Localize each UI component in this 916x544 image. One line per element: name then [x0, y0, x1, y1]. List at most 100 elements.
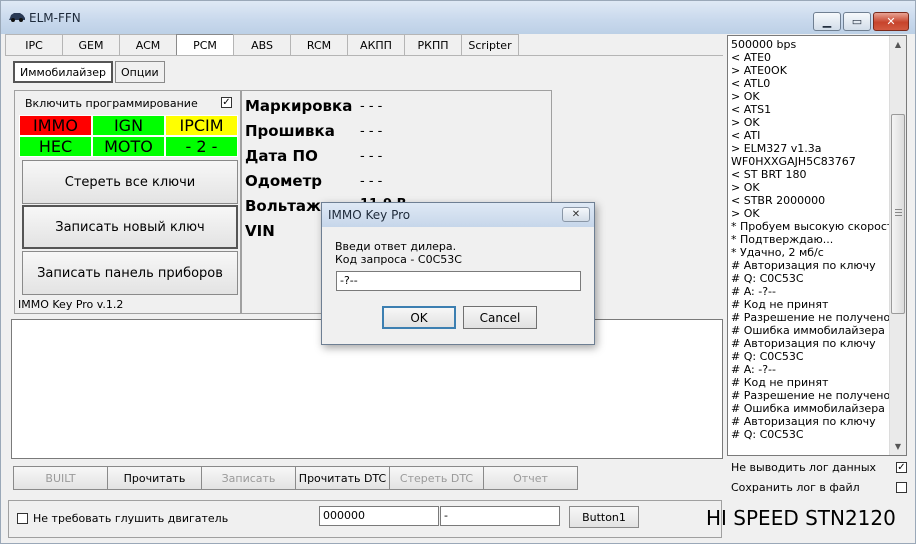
device-log[interactable]: 500000 bps < ATE0 > ATE0OK < ATL0 > OK < ATS1…	[727, 35, 907, 456]
dialog-title: IMMO Key Pro	[328, 208, 411, 222]
dialog-prompt: Введи ответ дилера.	[335, 240, 457, 253]
log-line: # Разрешение не получено [2]	[731, 389, 889, 402]
log-line: # A: -?--	[731, 363, 776, 376]
log-line: > OK	[731, 90, 760, 103]
title-bar[interactable]: ELM-FFN ▁ ▭ ✕	[1, 1, 915, 34]
info-label-vin: VIN	[245, 222, 275, 240]
dialog-title-bar[interactable]: IMMO Key Pro ✕	[322, 203, 594, 227]
log-line: < STBR 2000000	[731, 194, 826, 207]
status-cell-ipcim: IPCIM	[165, 115, 238, 136]
dialog-cancel-button[interactable]: Cancel	[463, 306, 537, 329]
info-label-firmware: Прошивка	[245, 122, 335, 140]
save-log-checkbox[interactable]	[896, 482, 907, 493]
log-line: # Разрешение не получено [2]	[731, 311, 889, 324]
log-line: WF0HXXGAJH5C83767	[731, 155, 856, 168]
dialog-request-code: Код запроса - C0C53C	[335, 253, 462, 266]
clear-dtc-button[interactable]: Стереть DTC	[389, 466, 484, 490]
tab-pcm[interactable]: PCM	[176, 34, 234, 56]
enable-programming-label: Включить программирование	[25, 97, 198, 110]
enable-programming-checkbox[interactable]: ✓	[221, 97, 232, 108]
log-line: < ATL0	[731, 77, 771, 90]
subtab-immobilizer[interactable]: Иммобилайзер	[13, 61, 114, 83]
log-line: # Q: C0C53C	[731, 272, 804, 285]
write-button[interactable]: Записать	[201, 466, 296, 490]
close-icon: ✕	[571, 209, 581, 220]
read-button[interactable]: Прочитать	[107, 466, 202, 490]
version-label: IMMO Key Pro v.1.2	[18, 298, 124, 311]
no-log-checkbox[interactable]: ✓	[896, 462, 907, 473]
tab-rkpp[interactable]: РКПП	[404, 34, 462, 55]
window-title: ELM-FFN	[29, 11, 81, 25]
car-icon	[9, 13, 25, 22]
immo-panel: Включить программирование ✓ IMMO IGN IPC…	[14, 90, 241, 314]
log-line: # Авторизация по ключу	[731, 337, 876, 350]
tab-rcm[interactable]: RCM	[290, 34, 348, 55]
speed-label: HI SPEED STN2120	[706, 506, 896, 530]
status-cell-moto: MOTO	[92, 136, 165, 157]
subtab-options[interactable]: Опции	[115, 61, 165, 83]
log-line: * Удачно, 2 мб/с	[731, 246, 824, 259]
tab-acm[interactable]: ACM	[119, 34, 177, 55]
log-line: # Авторизация по ключу	[731, 415, 876, 428]
no-stop-engine-label: Не требовать глушить двигатель	[33, 512, 229, 525]
log-line: # Q: C0C53C	[731, 350, 804, 363]
maximize-button[interactable]: ▭	[843, 12, 871, 31]
write-new-key-button[interactable]: Записать новый ключ	[22, 205, 238, 249]
scroll-down-icon[interactable]: ▼	[890, 438, 906, 455]
tab-gem[interactable]: GEM	[62, 34, 120, 55]
minimize-button[interactable]: ▁	[813, 12, 841, 31]
log-line: < ATS1	[731, 103, 772, 116]
dialog-close-button[interactable]: ✕	[562, 207, 590, 222]
action-toolbar: BUILT Прочитать Записать Прочитать DTC С…	[13, 466, 578, 490]
info-value-firmware: - - -	[360, 124, 383, 139]
log-line: # A: -?--	[731, 285, 776, 298]
button1[interactable]: Button1	[569, 506, 639, 528]
close-icon: ✕	[886, 15, 896, 28]
log-line: > OK	[731, 207, 760, 220]
write-instrument-panel-button[interactable]: Записать панель приборов	[22, 251, 238, 295]
log-line: # Авторизация по ключу	[731, 259, 876, 272]
scroll-thumb[interactable]	[891, 114, 905, 314]
log-line: > OK	[731, 181, 760, 194]
built-button[interactable]: BUILT	[13, 466, 108, 490]
info-value-sw-date: - - -	[360, 149, 383, 164]
log-line: < ST BRT 180	[731, 168, 807, 181]
log-line: > OK	[731, 116, 760, 129]
info-label-voltage: Вольтаж	[245, 197, 321, 215]
log-line: # Ошибка иммобилайзера	[731, 402, 885, 415]
log-line: > ATE0OK	[731, 64, 787, 77]
log-line: 500000 bps	[731, 38, 797, 51]
log-line: # Ошибка иммобилайзера	[731, 324, 885, 337]
tab-scripter[interactable]: Scripter	[461, 34, 519, 55]
dialog-ok-button[interactable]: OK	[382, 306, 456, 329]
check-icon: ✓	[222, 96, 231, 108]
info-label-sw-date: Дата ПО	[245, 147, 318, 165]
log-scrollbar[interactable]: ▲ ▼	[889, 36, 906, 455]
field-1[interactable]: 000000	[319, 506, 439, 526]
erase-keys-button[interactable]: Стереть все ключи	[22, 160, 238, 204]
close-button[interactable]: ✕	[873, 12, 909, 31]
sub-tabs: Иммобилайзер Опции	[13, 61, 165, 83]
tab-abs[interactable]: ABS	[233, 34, 291, 55]
main-window: ELM-FFN ▁ ▭ ✕ IPC GEM ACM PCM ABS RCM АК…	[0, 0, 916, 544]
log-line: * Подтверждаю...	[731, 233, 834, 246]
status-cell-keycount: - 2 -	[165, 136, 238, 157]
log-line: # Код не принят	[731, 376, 829, 389]
minimize-icon: ▁	[822, 15, 832, 28]
scroll-up-icon[interactable]: ▲	[890, 36, 906, 53]
status-bar: Не требовать глушить двигатель 000000 - …	[8, 500, 722, 538]
log-line: # Код не принят	[731, 298, 829, 311]
info-value-marking: - - -	[360, 99, 383, 114]
log-line: * Пробуем высокую скорость	[731, 220, 889, 233]
tab-ipc[interactable]: IPC	[5, 34, 63, 55]
tab-divider	[5, 55, 723, 56]
info-label-marking: Маркировка	[245, 97, 353, 115]
read-dtc-button[interactable]: Прочитать DTC	[295, 466, 390, 490]
report-button[interactable]: Отчет	[483, 466, 578, 490]
field-2[interactable]: -	[440, 506, 560, 526]
no-stop-engine-checkbox[interactable]	[17, 513, 28, 524]
dealer-answer-input[interactable]: -?--	[336, 271, 581, 291]
tab-akpp[interactable]: АКПП	[347, 34, 405, 55]
status-grid: IMMO IGN IPCIM HEC MOTO - 2 -	[19, 115, 238, 157]
no-log-label: Не выводить лог данных	[731, 461, 877, 474]
